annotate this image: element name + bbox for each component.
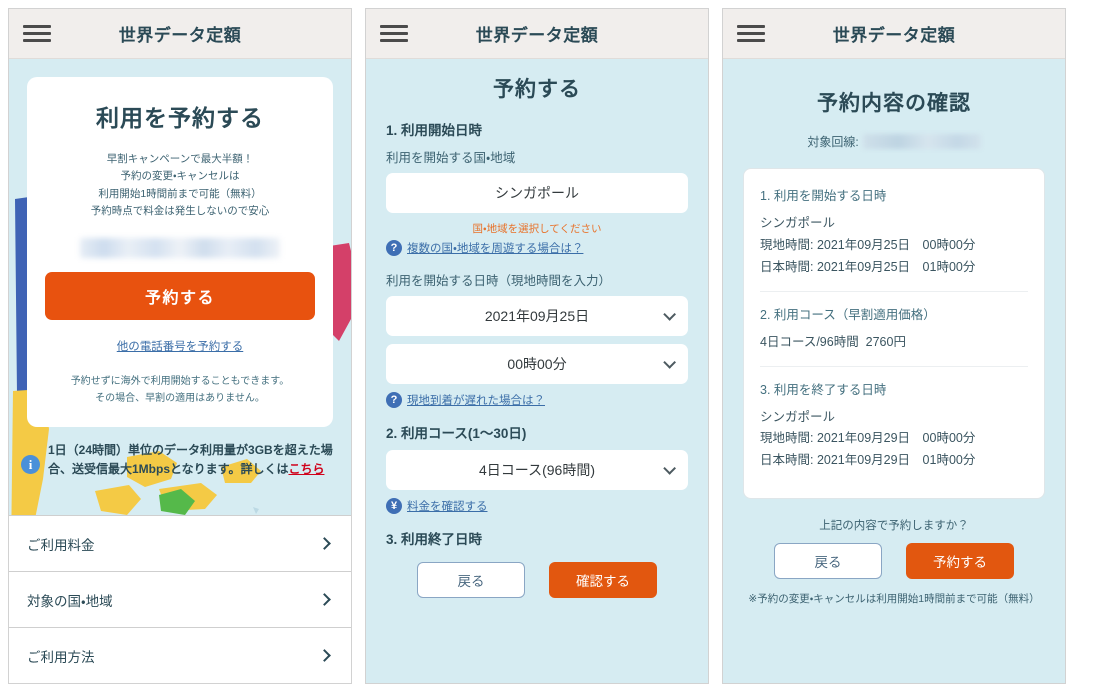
question-mark-icon: ? <box>386 240 402 256</box>
confirmation-action-buttons: 戻る 予約する <box>743 543 1045 580</box>
start-time-select[interactable]: 00時00分 <box>386 344 688 384</box>
confirm-question: 上記の内容で予約しますか？ <box>819 520 969 533</box>
back-button[interactable]: 戻る <box>417 562 525 598</box>
summary-heading: 3. 利用を終了する日時 <box>760 382 887 397</box>
list-item-countries[interactable]: 対象の国・地域 <box>9 571 351 627</box>
cancellation-footnote: ※予約の変更・キャンセルは利用開始1時間前まで可能（無料） <box>748 593 1040 606</box>
chevron-down-icon <box>663 461 676 475</box>
yen-icon: ¥ <box>386 498 402 514</box>
phone-screen-reserve-form: 世界データ定額 予約する 1. 利用開始日時 利用を開始する国・地域 シンガポー… <box>365 8 709 684</box>
hero-subtitle: 早割キャンペーンで最大半額！ 予約の変更・キャンセルは 利用開始1時間前まで可能… <box>45 151 315 220</box>
target-line-row: 対象回線: <box>743 133 1045 150</box>
datetime-field-label: 利用を開始する日時（現地時間を入力） <box>386 274 612 288</box>
list-item-howto[interactable]: ご利用方法 <box>9 627 351 683</box>
hero-note-line: その場合、早割の適用はありません。 <box>95 393 265 405</box>
page-title: 利用を予約する <box>96 105 264 131</box>
reservation-summary-card: 1. 利用を開始する日時 シンガポール 現地時間: 2021年09月25日 00… <box>743 168 1045 500</box>
hero-subtitle-line: 早割キャンペーンで最大半額！ <box>106 153 254 165</box>
app-title: 世界データ定額 <box>118 26 242 45</box>
course-select[interactable]: 4日コース(96時間) <box>386 450 688 490</box>
screen1-body: 利用を予約する 早割キャンペーンで最大半額！ 予約の変更・キャンセルは 利用開始… <box>9 59 351 683</box>
hero-note: 予約せずに海外で利用開始することもできます。 その場合、早割の適用はありません。 <box>45 373 315 407</box>
masked-phone-number <box>80 238 280 259</box>
summary-line: シンガポール <box>760 216 836 230</box>
hero-note-line: 予約せずに海外で利用開始することもできます。 <box>70 376 290 388</box>
summary-line: 日本時間: 2021年09月29日 01時00分 <box>760 453 976 468</box>
app-header-1: 世界データ定額 <box>9 9 351 59</box>
screen2-body: 予約する 1. 利用開始日時 利用を開始する国・地域 シンガポール 国・地域を選… <box>366 59 708 683</box>
summary-heading: 1. 利用を開始する日時 <box>760 189 887 203</box>
summary-line: 現地時間: 2021年09月25日 00時00分 <box>760 237 976 252</box>
country-field-label: 利用を開始する国・地域 <box>386 151 516 165</box>
list-item-label: ご利用方法 <box>27 649 95 665</box>
country-select[interactable]: シンガポール <box>386 173 688 213</box>
app-header-2: 世界データ定額 <box>366 9 708 59</box>
course-select-value: 4日コース(96時間) <box>479 462 595 478</box>
list-item-label: 対象の国・地域 <box>27 593 113 609</box>
start-date-value: 2021年09月25日 <box>484 308 590 324</box>
reservation-hero-card: 利用を予約する 早割キャンペーンで最大半額！ 予約の変更・キャンセルは 利用開始… <box>27 77 333 428</box>
page-title: 予約内容の確認 <box>817 92 971 115</box>
form-action-buttons: 戻る 確認する <box>386 562 688 598</box>
summary-block-start: 1. 利用を開始する日時 シンガポール 現地時間: 2021年09月25日 00… <box>760 185 1028 291</box>
navigation-list: ご利用料金 対象の国・地域 ご利用方法 <box>9 515 351 683</box>
summary-line: 4日コース/96時間 2760円 <box>760 334 906 349</box>
help-link-label: 料金を確認する <box>407 501 488 513</box>
start-date-select[interactable]: 2021年09月25日 <box>386 296 688 336</box>
screen1-content: 利用を予約する 早割キャンペーンで最大半額！ 予約の変更・キャンセルは 利用開始… <box>9 59 351 683</box>
masked-line-number <box>862 134 981 149</box>
hamburger-icon[interactable] <box>380 25 408 42</box>
summary-block-course: 2. 利用コース（早割適用価格） 4日コース/96時間 2760円 <box>760 290 1028 366</box>
summary-line: シンガポール <box>760 409 836 424</box>
summary-line: 現地時間: 2021年09月29日 00時00分 <box>760 431 976 446</box>
reserve-button[interactable]: 予約する <box>906 543 1014 580</box>
section-heading-start-datetime: 1. 利用開始日時 <box>386 123 483 138</box>
start-time-value: 00時00分 <box>507 356 567 372</box>
page-title: 予約する <box>493 78 581 101</box>
data-cap-notice-text: 1日（24時間）単位のデータ利用量が3GBを超えた場合、送受信最大1Mbpsとな… <box>48 441 335 478</box>
help-link-late-arrival[interactable]: ? 現地到着が遅れた場合は？ <box>386 392 688 408</box>
app-title: 世界データ定額 <box>832 26 956 45</box>
chevron-right-icon <box>318 537 331 550</box>
help-link-check-fee[interactable]: ¥ 料金を確認する <box>386 498 688 514</box>
section-heading-end-datetime: 3. 利用終了日時 <box>386 532 483 547</box>
data-cap-notice: i 1日（24時間）単位のデータ利用量が3GBを超えた場合、送受信最大1Mbps… <box>9 427 351 488</box>
info-icon: i <box>21 455 40 475</box>
phone-screen-home: 世界データ定額 利用を予約する 早割キャンペーンで最大半額！ 予約の変更・キャン… <box>8 8 352 684</box>
chevron-down-icon <box>663 307 676 321</box>
hero-subtitle-line: 利用開始1時間前まで可能（無料） <box>98 187 262 200</box>
help-link-label: 複数の国・地域を周遊する場合は？ <box>407 243 584 255</box>
list-item-label: ご利用料金 <box>27 537 95 553</box>
country-error-message: 国・地域を選択してください <box>472 223 602 235</box>
chevron-right-icon <box>318 649 331 662</box>
help-link-label: 現地到着が遅れた場合は？ <box>407 395 545 407</box>
chevron-down-icon <box>663 355 676 369</box>
help-link-multi-country[interactable]: ? 複数の国・地域を周遊する場合は？ <box>386 240 688 256</box>
list-item-fees[interactable]: ご利用料金 <box>9 515 351 571</box>
confirmation-pane: 予約内容の確認 対象回線: 1. 利用を開始する日時 シンガポール 現地時間: … <box>723 59 1065 683</box>
screen3-body: 予約内容の確認 対象回線: 1. 利用を開始する日時 シンガポール 現地時間: … <box>723 59 1065 683</box>
summary-block-end: 3. 利用を終了する日時 シンガポール 現地時間: 2021年09月29日 00… <box>760 365 1028 485</box>
hero-subtitle-line: 予約の変更・キャンセルは <box>120 170 240 183</box>
summary-heading: 2. 利用コース（早割適用価格） <box>760 307 936 322</box>
reserve-button[interactable]: 予約する <box>45 272 315 321</box>
section-heading-course: 2. 利用コース(1〜30日) <box>386 426 527 441</box>
data-cap-link[interactable]: こちら <box>288 462 324 476</box>
other-phone-number-link[interactable]: 他の電話番号を予約する <box>117 338 244 354</box>
hamburger-icon[interactable] <box>737 25 765 42</box>
target-line-label: 対象回線: <box>807 135 859 149</box>
chevron-right-icon <box>318 593 331 606</box>
country-select-value: シンガポール <box>495 185 579 201</box>
phone-screen-confirmation: 世界データ定額 予約内容の確認 対象回線: 1. 利用を開始する日時 シンガポー… <box>722 8 1066 684</box>
summary-line: 日本時間: 2021年09月25日 01時00分 <box>760 259 976 274</box>
app-title: 世界データ定額 <box>475 26 599 45</box>
screenshot-gallery: 世界データ定額 利用を予約する 早割キャンペーンで最大半額！ 予約の変更・キャン… <box>0 0 1100 690</box>
app-header-3: 世界データ定額 <box>723 9 1065 59</box>
reserve-form-pane: 予約する 1. 利用開始日時 利用を開始する国・地域 シンガポール 国・地域を選… <box>366 59 708 683</box>
confirm-button[interactable]: 確認する <box>549 562 657 598</box>
hero-subtitle-line: 予約時点で料金は発生しないので安心 <box>90 204 270 217</box>
question-mark-icon: ? <box>386 392 402 408</box>
back-button[interactable]: 戻る <box>774 543 882 580</box>
hamburger-icon[interactable] <box>23 25 51 42</box>
